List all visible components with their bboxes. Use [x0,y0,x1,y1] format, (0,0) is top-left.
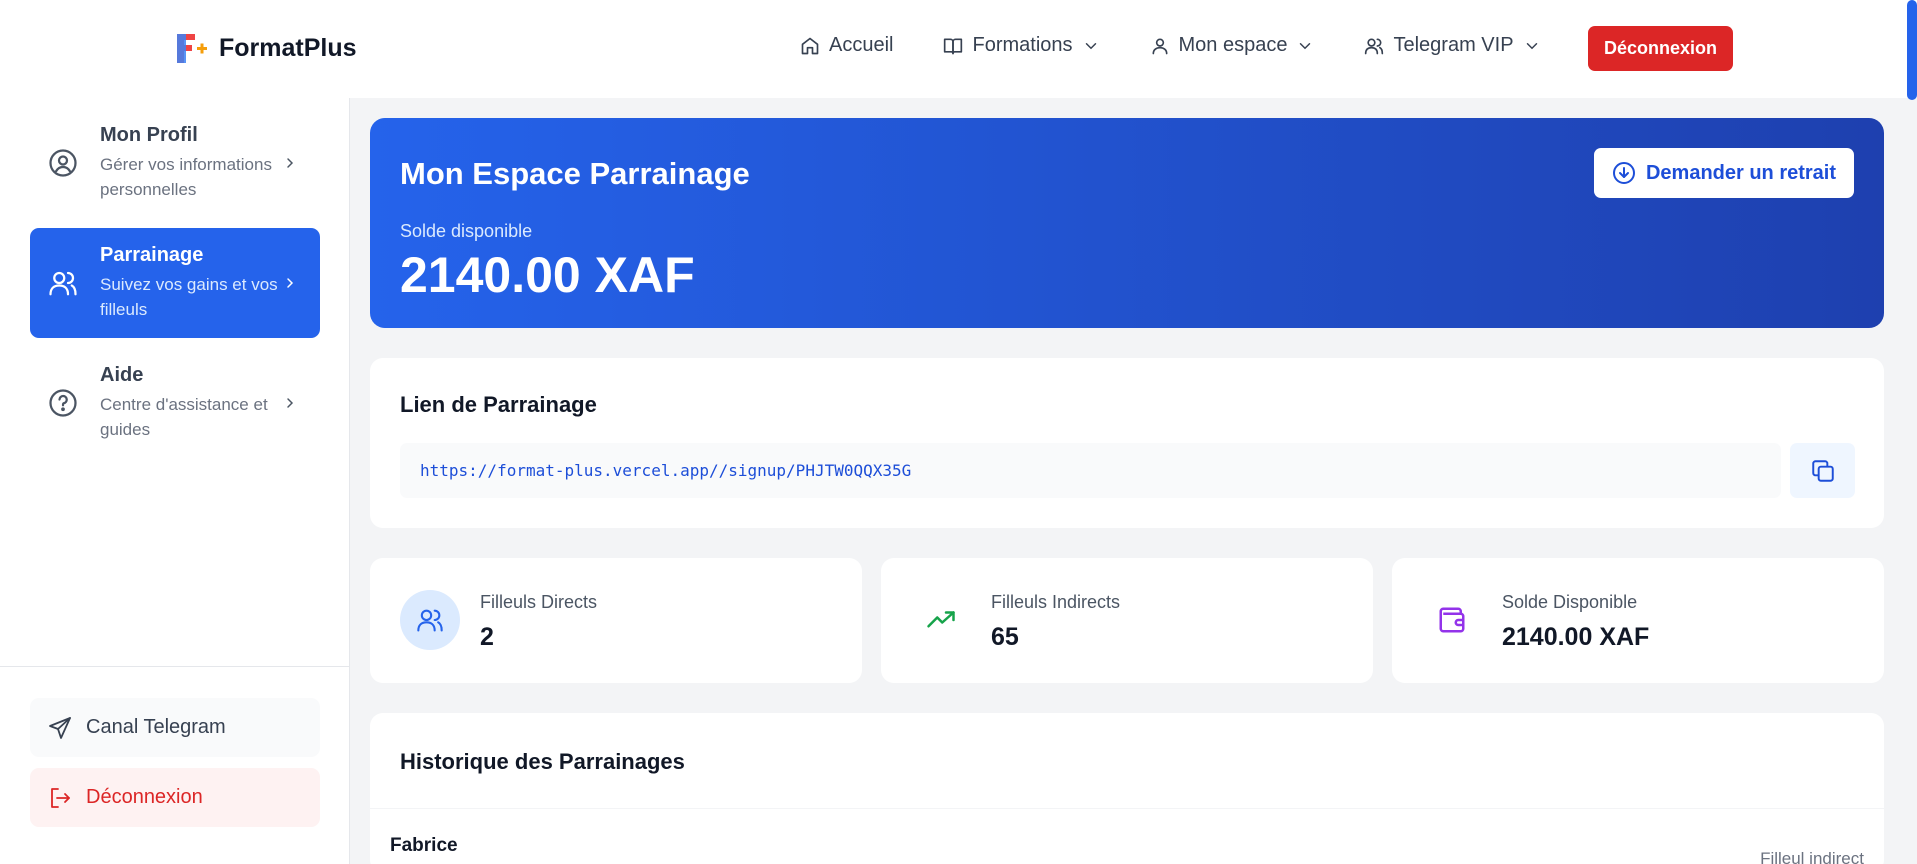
send-icon [48,716,72,740]
withdraw-button[interactable]: Demander un retrait [1594,148,1854,198]
sidebar-logout-button[interactable]: Déconnexion [30,768,320,827]
chevron-down-icon [1296,37,1314,55]
chevron-down-icon [1523,37,1541,55]
telegram-channel-button[interactable]: Canal Telegram [30,698,320,757]
sidebar-item-subtitle: Gérer vos informations personnelles [100,155,272,199]
balance-amount: 2140.00 XAF [400,247,695,303]
sidebar-item-title: Parrainage [100,244,204,266]
download-circle-icon [1612,161,1636,185]
stat-label: Filleuls Directs [480,592,598,612]
users-icon [48,268,78,298]
balance-label: Solde disponible [400,221,533,241]
user-circle-icon [48,148,78,178]
scrollbar-thumb[interactable] [1907,0,1917,100]
logout-icon [48,786,72,810]
nav-accueil[interactable]: Accueil [800,34,893,57]
chevron-right-icon [282,155,298,171]
sidebar-item-title: Mon Profil [100,124,198,146]
history-row-name: Fabrice [390,835,458,856]
help-circle-icon [48,388,78,418]
stat-card-balance: Solde Disponible 2140.00 XAF [1392,558,1884,683]
brand-logo-icon [173,31,209,65]
users-icon [1364,36,1384,56]
sidebar-divider [0,666,350,667]
wallet-icon [1422,590,1482,650]
user-icon [1150,36,1170,56]
main-nav: Accueil Formations Mon espace Telegram V… [800,34,1541,57]
stat-card-direct: Filleuls Directs 2 [370,558,862,683]
referral-hero-card: Mon Espace Parrainage Solde disponible 2… [370,118,1884,328]
stat-value: 2 [480,623,494,651]
nav-mon-espace-label: Mon espace [1178,34,1288,56]
sidebar-logout-label: Déconnexion [86,786,203,808]
sidebar: Mon Profil Gérer vos informations person… [0,98,350,864]
stat-value: 65 [991,623,1019,651]
stat-label: Filleuls Indirects [991,592,1121,612]
nav-formations-label: Formations [972,34,1073,56]
referral-link-title: Lien de Parrainage [400,392,597,417]
referral-history-card: Historique des Parrainages Fabrice Fille… [370,713,1884,864]
nav-mon-espace[interactable]: Mon espace [1150,34,1315,57]
nav-logout-button[interactable]: Déconnexion [1588,26,1733,71]
copy-icon [1810,458,1836,484]
home-icon [800,36,820,56]
history-divider [370,808,1884,809]
sidebar-item-parrainage[interactable]: Parrainage Suivez vos gains et vos fille… [30,228,320,338]
history-row-type: Filleul indirect [1760,849,1864,864]
sidebar-item-subtitle: Suivez vos gains et vos filleuls [100,275,278,319]
withdraw-label: Demander un retrait [1645,161,1837,184]
sidebar-item-aide[interactable]: Aide Centre d'assistance et guides [30,348,320,458]
nav-formations[interactable]: Formations [943,34,1099,57]
chevron-right-icon [282,395,298,411]
stat-card-indirect: Filleuls Indirects 65 [881,558,1373,683]
nav-telegram-vip[interactable]: Telegram VIP [1364,34,1540,57]
users-icon [400,590,460,650]
telegram-channel-label: Canal Telegram [86,716,226,738]
sidebar-item-subtitle: Centre d'assistance et guides [100,395,268,439]
top-navbar: FormatPlus Accueil Formations Mon espace [0,0,1917,100]
chevron-right-icon [282,275,298,291]
trending-up-icon [911,590,971,650]
stat-label: Solde Disponible [1502,592,1638,612]
copy-link-button[interactable] [1790,443,1855,498]
nav-accueil-label: Accueil [829,34,894,56]
referral-link-card: Lien de Parrainage https://format-plus.v… [370,358,1884,528]
sidebar-item-profile[interactable]: Mon Profil Gérer vos informations person… [30,108,320,218]
nav-telegram-vip-label: Telegram VIP [1393,34,1514,56]
referral-link-field[interactable]: https://format-plus.vercel.app//signup/P… [400,443,1781,498]
brand[interactable]: FormatPlus [173,31,357,65]
history-title: Historique des Parrainages [400,749,685,774]
chevron-down-icon [1082,37,1100,55]
brand-name: FormatPlus [219,33,357,62]
page-title: Mon Espace Parrainage [400,156,750,191]
book-icon [943,36,963,56]
stat-value: 2140.00 XAF [1502,623,1650,651]
sidebar-item-title: Aide [100,364,144,386]
